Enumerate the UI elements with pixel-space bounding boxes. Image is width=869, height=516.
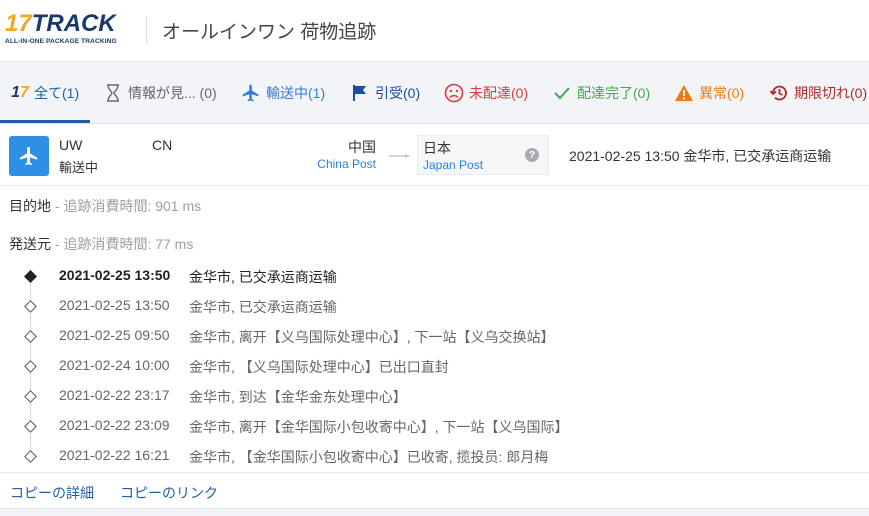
route-arrow-icon (389, 154, 410, 158)
event-description: 金华市, 到达【金华金东处理中心】 (189, 389, 407, 405)
timeline-event: 2021-02-25 09:50 金华市, 离开【义乌国际处理中心】, 下一站【… (0, 324, 869, 348)
destination-code: CN (152, 137, 173, 153)
sad-face-icon (443, 82, 465, 104)
package-summary[interactable]: UW 輸送中 CN 中国 China Post 日本 Japan Post ? … (0, 125, 869, 186)
timeline-event: 2021-02-22 23:09 金华市, 离开【金华国际小包收寄中心】, 下一… (0, 414, 869, 438)
tab-undelivered[interactable]: 未配達(0) (443, 80, 528, 106)
tab-label: 異常(0) (699, 85, 745, 101)
destination-carrier-box[interactable]: 日本 Japan Post ? (417, 135, 549, 175)
event-time: 2021-02-25 09:50 (59, 327, 170, 343)
hourglass-icon (102, 82, 124, 104)
tab-in-transit[interactable]: 輸送中(1) (240, 80, 325, 106)
section-subtitle: - 追跡消費時間: 901 ms (51, 198, 202, 214)
origin-carrier[interactable]: China Post (308, 157, 376, 171)
tab-exception[interactable]: 異常(0) (673, 80, 744, 106)
timeline-event: 2021-02-25 13:50 金华市, 已交承运商运输 (0, 294, 869, 318)
17-logo-icon: 17 (11, 84, 29, 101)
status-tabs: 17 全て(1) 情報が見... (0) 輸送中(1) 引受(0) 未配達(0)… (0, 62, 869, 124)
airplane-icon (19, 146, 38, 166)
event-time: 2021-02-22 23:17 (59, 387, 170, 403)
event-description: 金华市, 已交承运商运输 (189, 269, 337, 285)
origin-country: 中国 (348, 139, 376, 155)
flag-icon (349, 82, 371, 104)
tab-label: 未配達(0) (469, 85, 529, 101)
destination-carrier[interactable]: Japan Post (423, 158, 483, 172)
event-time: 2021-02-24 10:00 (59, 357, 170, 373)
tab-all[interactable]: 17 全て(1) (8, 80, 79, 106)
warning-icon (673, 82, 695, 104)
timeline-event: 2021-02-22 16:21 金华市, 【金华国际小包收寄中心】已收寄, 揽… (0, 444, 869, 468)
event-description: 金华市, 【金华国际小包收寄中心】已收寄, 揽投员: 郎月梅 (189, 449, 549, 465)
timeline-event: 2021-02-24 10:00 金华市, 【义乌国际处理中心】已出口直封 (0, 354, 869, 378)
timeline-event: 2021-02-25 13:50 金华市, 已交承运商运输 (0, 264, 869, 288)
event-description: 金华市, 离开【金华国际小包收寄中心】, 下一站【义乌国际】 (189, 419, 569, 435)
section-subtitle: - 追跡消費時間: 77 ms (51, 236, 194, 252)
tab-expired[interactable]: 期限切れ(0) (768, 80, 867, 106)
section-title: 発送元 (9, 236, 51, 252)
destination-section-label: 目的地 - 追跡消費時間: 901 ms (9, 196, 201, 216)
tab-label: 配達完了(0) (577, 85, 651, 101)
diamond-icon (24, 390, 37, 403)
logo-word: TRACK (31, 10, 116, 37)
timeline-event: 2021-02-22 23:17 金华市, 到达【金华金东处理中心】 (0, 384, 869, 408)
destination-country: 日本 (423, 140, 451, 156)
event-time: 2021-02-22 23:09 (59, 417, 170, 433)
header-divider (146, 17, 147, 43)
diamond-icon (24, 420, 37, 433)
section-title: 目的地 (9, 198, 51, 214)
tab-not-found[interactable]: 情報が見... (0) (102, 80, 217, 106)
tab-label: 期限切れ(0) (794, 85, 868, 101)
diamond-icon (24, 300, 37, 313)
diamond-icon (24, 270, 37, 283)
tab-label: 全て(1) (34, 85, 80, 101)
event-time: 2021-02-22 16:21 (59, 447, 170, 463)
airplane-icon (240, 82, 262, 104)
event-description: 金华市, 已交承运商运输 (189, 299, 337, 315)
event-time: 2021-02-25 13:50 (59, 267, 171, 283)
package-status: 輸送中 (59, 160, 99, 175)
tab-label: 引受(0) (375, 85, 421, 101)
diamond-icon (24, 360, 37, 373)
event-description: 金华市, 离开【义乌国际处理中心】, 下一站【义乌交换站】 (189, 329, 555, 345)
copy-details-link[interactable]: コピーの詳細 (10, 483, 94, 503)
logo-tagline: ALL-IN-ONE PACKAGE TRACKING (5, 38, 117, 45)
tab-label: 輸送中(1) (266, 85, 326, 101)
active-tab-indicator (0, 120, 90, 123)
event-time: 2021-02-25 13:50 (59, 297, 170, 313)
logo-number: 17 (5, 10, 32, 37)
tab-delivered[interactable]: 配達完了(0) (551, 80, 650, 106)
copy-link-link[interactable]: コピーのリンク (120, 483, 218, 503)
tab-label: 情報が見... (0) (128, 85, 217, 101)
event-description: 金华市, 【义乌国际处理中心】已出口直封 (189, 359, 449, 375)
tab-pickup[interactable]: 引受(0) (349, 80, 420, 106)
app-header: 17TRACK ALL-IN-ONE PACKAGE TRACKING オールイ… (0, 0, 869, 62)
origin-code: UW (59, 137, 83, 153)
status-badge (9, 136, 49, 176)
page-title: オールインワン 荷物追跡 (162, 22, 377, 43)
help-icon[interactable]: ? (525, 148, 539, 162)
diamond-icon (24, 330, 37, 343)
latest-event: 2021-02-25 13:50 金华市, 已交承运商运输 (569, 148, 832, 164)
origin-section-label: 発送元 - 追跡消費時間: 77 ms (9, 234, 193, 254)
17track-logo[interactable]: 17TRACK ALL-IN-ONE PACKAGE TRACKING (5, 10, 117, 46)
bottom-strip (0, 508, 869, 516)
diamond-icon (24, 450, 37, 463)
result-footer: コピーの詳細 コピーのリンク (0, 472, 869, 508)
check-icon (551, 82, 573, 104)
history-icon (768, 82, 790, 104)
